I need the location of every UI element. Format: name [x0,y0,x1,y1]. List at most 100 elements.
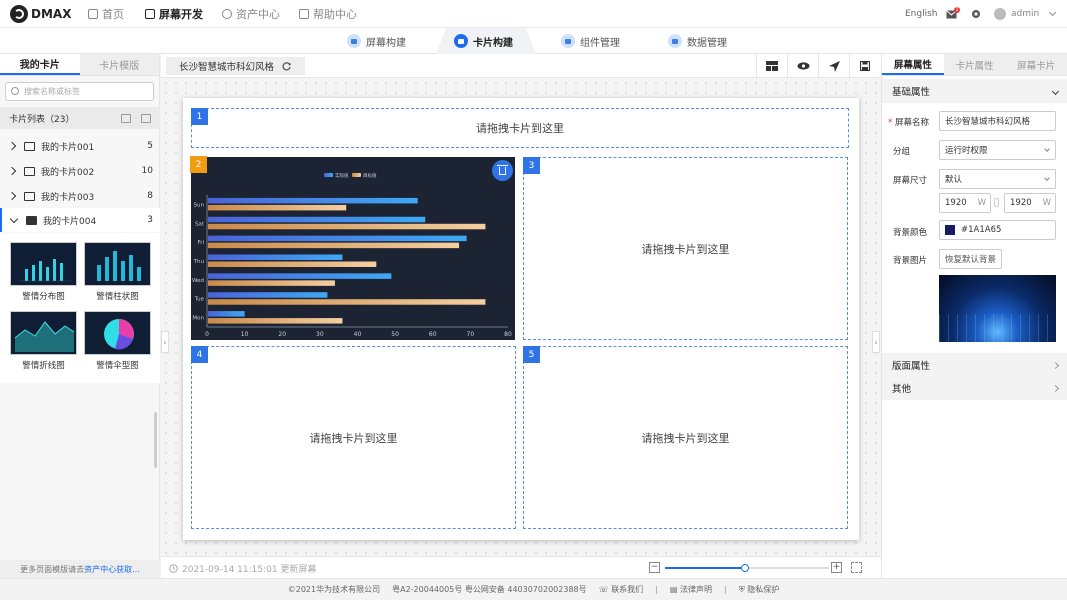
bgcolor-picker[interactable]: #1A1A65 [939,220,1056,240]
tab-screen-cards[interactable]: 屏幕卡片 [1005,54,1067,75]
group-select[interactable]: 运行时权限 [939,140,1056,160]
drop-slot-3[interactable]: 3 请拖拽卡片到这里 [523,157,848,340]
zoom-slider-knob[interactable] [741,564,750,572]
asset-center-link[interactable]: 资产中心获取... [84,564,140,575]
update-time-text: 2021-09-14 11:15:01 更新屏幕 [182,564,317,575]
x-tick-label: 70 [467,331,475,338]
bar-0-2 [208,235,467,242]
x-tick-label: 40 [354,331,362,338]
card-thumb[interactable]: 警情折线图 [10,311,77,371]
collapse-left-handle[interactable]: ‹ [161,331,169,353]
height-input[interactable]: 1920 W [1004,193,1056,213]
privacy-link[interactable]: ⛨ 隐私保护 [739,584,780,595]
folder-item-selected[interactable]: 我的卡片004 3 [0,208,160,232]
save-button[interactable] [849,54,880,78]
drop-placeholder: 请拖拽卡片到这里 [641,431,730,445]
section-other[interactable]: 其他 [882,376,1067,400]
tab-screen-build[interactable]: 屏幕构建 [347,28,406,54]
section-layout-props[interactable]: 版面属性 [882,353,1067,377]
add-card-icon[interactable] [121,113,131,123]
contact-link[interactable]: ☏ 联系我们 [599,584,644,595]
zoom-out-button[interactable]: − [649,562,660,573]
size-select[interactable]: 默认 [939,169,1056,189]
section-basic-props[interactable]: 基础属性 [882,79,1067,103]
legend-label: 目标值 [363,172,377,179]
chart-card[interactable]: 2 0 10 20 30 40 50 60 70 80 Sun Sat Fri Thu Wed Tue Mon… [190,156,515,340]
bar-chart-thumb-icon [10,242,77,286]
settings-icon [972,10,980,18]
tab-card-props[interactable]: 卡片属性 [944,54,1006,75]
tab-my-cards[interactable]: 我的卡片 [0,54,80,75]
folder-name: 我的卡片004 [43,216,97,227]
legend-swatch [352,173,361,177]
bgimg-label: 背景图片 [893,256,928,266]
drop-slot-1[interactable]: 1 请拖拽卡片到这里 [191,108,849,148]
slot-number: 1 [191,108,208,125]
card-list-header: 卡片列表（23） [0,107,160,129]
nav-help-center[interactable]: 帮助中心 [299,0,357,28]
drop-placeholder: 请拖拽卡片到这里 [476,122,564,135]
home-icon [88,9,98,19]
tab-card-templates[interactable]: 卡片模版 [79,54,159,75]
mail-button[interactable]: 1 [946,0,960,28]
zoom-in-button[interactable]: + [831,562,842,573]
collapse-right-handle[interactable]: › [872,331,880,353]
x-tick-label: 20 [278,331,286,338]
settings-button[interactable] [971,0,981,28]
refresh-icon[interactable] [282,61,292,71]
screen-name-input[interactable]: 长沙智慧城市科幻风格 [939,111,1056,131]
width-input[interactable]: 1920 W [939,193,991,213]
folder-count: 5 [147,141,153,151]
search-input[interactable]: 搜索名称或标签 [5,82,154,101]
area-chart-thumb-icon [10,311,77,355]
legend-swatch [324,173,333,177]
card-thumb-label: 警情伞型图 [96,361,139,371]
user-menu[interactable]: admin [994,0,1057,28]
folder-open-icon [26,215,37,225]
bar-0-3 [208,254,343,260]
eye-icon [797,62,809,70]
drop-slot-5[interactable]: 5 请拖拽卡片到这里 [523,346,848,529]
publish-button[interactable] [818,54,849,78]
card-thumb[interactable]: 警情伞型图 [84,311,151,371]
gear-icon [222,9,232,19]
preview-button[interactable] [787,54,818,78]
tab-data-manage[interactable]: 数据管理 [668,28,727,54]
tab-card-build[interactable]: 卡片构建 [436,28,536,54]
size-value: 默认 [945,175,963,185]
language-switch[interactable]: English [905,0,938,28]
folder-name: 我的卡片002 [41,167,95,178]
delete-card-button[interactable] [492,160,513,181]
card-thumb-label: 警情柱状图 [96,292,139,302]
card-thumb[interactable]: 警情柱状图 [84,242,151,302]
left-scrollbar[interactable] [154,412,157,468]
add-folder-icon[interactable] [141,113,151,123]
dmax-logo[interactable]: DMAX [10,5,71,23]
background-image-preview[interactable] [939,275,1056,342]
nav-screen-dev[interactable]: 屏幕开发 [145,0,203,28]
fullscreen-button[interactable] [851,562,862,573]
bar-0-5 [208,292,328,298]
folder-item[interactable]: 我的卡片002 10 [0,159,160,183]
copyright-text: ©2021华为技术有限公司 [287,585,381,594]
trash-icon [497,164,508,175]
folder-item[interactable]: 我的卡片001 5 [0,134,160,158]
legal-link[interactable]: ▤ 法律声明 [670,584,712,595]
left-footer: 更多页面模版请去 资产中心获取... [0,560,160,578]
screen-name-tab[interactable]: 长沙智慧城市科幻风格 [166,57,306,75]
mail-badge: 1 [954,7,960,13]
nav-asset-center[interactable]: 资产中心 [222,0,280,28]
layout-button[interactable] [756,54,787,78]
chevron-right-icon [7,191,17,201]
zoom-slider[interactable] [665,564,829,572]
nav-home[interactable]: 首页 [88,0,124,28]
folder-item[interactable]: 我的卡片003 8 [0,184,160,208]
link-ratio-icon[interactable] [994,198,999,207]
tab-screen-props[interactable]: 屏幕属性 [882,54,944,75]
restore-default-bg-button[interactable]: 恢复默认背景 [939,249,1003,269]
y-tick-label: Thu [193,259,204,265]
card-thumb-label: 警情分布图 [22,292,65,302]
card-thumb[interactable]: 警情分布图 [10,242,77,302]
drop-slot-4[interactable]: 4 请拖拽卡片到这里 [191,346,516,529]
tab-component-manage[interactable]: 组件管理 [561,28,620,54]
